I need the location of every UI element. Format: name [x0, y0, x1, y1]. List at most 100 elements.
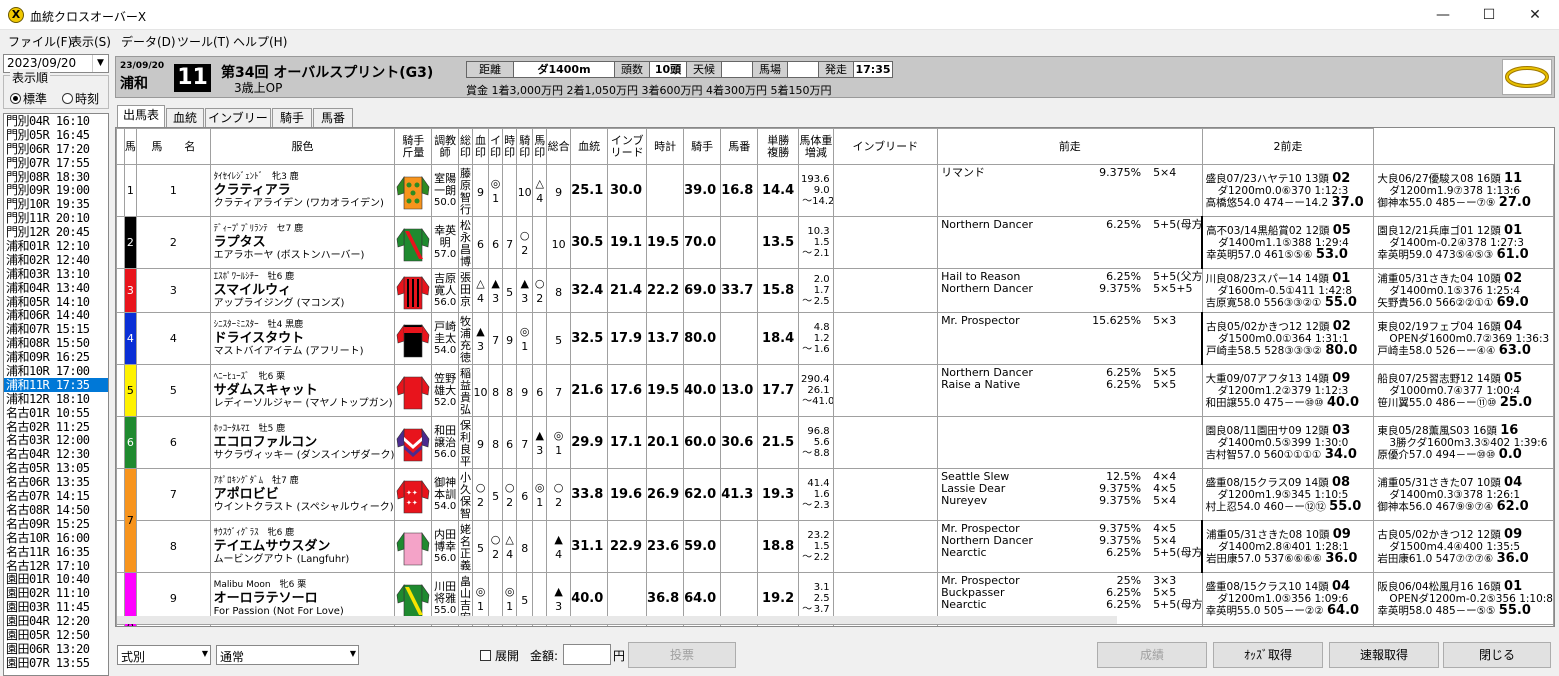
race-list-item[interactable]: 浦和04R 13:40	[4, 281, 108, 295]
row-select[interactable]	[116, 468, 125, 521]
horse-name-cell[interactable]: ｼﾆｽﾀｰﾐﾆｽﾀｰ 牡4 黒鹿 ドライスタウト マストバイアイテム (アフリート)	[209, 312, 396, 365]
column-header[interactable]: 馬	[123, 128, 138, 165]
race-list-item[interactable]: 園田02R 11:10	[4, 586, 108, 600]
second-previous-race[interactable]: 大良06/27優駿ス08 16頭 11 ダ1200m1.9⑦378 1:13:6 御…	[1373, 164, 1554, 217]
column-header[interactable]: 時 印	[502, 128, 518, 165]
horse-name-cell[interactable]: ﾀｲｾｲﾚｼﾞｪﾝﾄﾞ 牝3 鹿クラティアラ クラティアライデン (ワカオライデン…	[209, 164, 396, 217]
table-row[interactable]: 5 5 ﾍﾆｰﾋｭｰｽﾞ 牝6 栗サダムスキャット レディーソルジャー (マヤノトップ…	[116, 364, 1554, 417]
row-select[interactable]	[116, 624, 125, 626]
horse-name-cell[interactable]: ｴｽﾎﾟﾜｰﾙｼﾁｰ 牡6 鹿スマイルウィ アップライジング (マコンズ)	[209, 268, 396, 313]
horse-name-cell[interactable]: ｻｳｽｳﾞｨｸﾞﾗｽ 牝6 鹿テイエムサウスダン ムービングアウト (Langfu…	[209, 520, 396, 573]
race-list-item[interactable]: 浦和05R 14:10	[4, 295, 108, 309]
previous-race[interactable]: 園良08/11園田サ09 12頭 03 ダ1400m0.5⑤399 1:30:0 吉…	[1201, 416, 1375, 469]
table-row[interactable]: 7 7 ｱﾎﾟﾛｷﾝｸﾞﾀﾞﾑ 牡7 鹿アポロビビ ウイントクラスト (スペシャルウィ…	[116, 468, 1554, 573]
previous-race[interactable]: 大重08/02サンタ13 14頭 08ダ1600m1.7②397 1:40:6今…	[1201, 624, 1375, 626]
row-select[interactable]	[116, 164, 125, 217]
race-list-item[interactable]: 名古12R 17:10	[4, 559, 108, 573]
radio-time[interactable]: 時刻	[62, 90, 99, 107]
horse-name-cell[interactable]: ﾎｯｺｰﾀﾙﾏｴ 牡5 鹿エコロファルコン サクラヴィッキー (ダンスインザダーク…	[209, 416, 396, 469]
menu-view[interactable]: 表示(S)	[70, 33, 111, 50]
race-list-item[interactable]: 園田06R 13:20	[4, 642, 108, 656]
race-list-item[interactable]: 門別06R 17:20	[4, 142, 108, 156]
amount-input[interactable]	[563, 644, 611, 665]
row-select[interactable]	[116, 268, 125, 313]
get-bulletin-button[interactable]: 速報取得	[1329, 642, 1439, 668]
column-header[interactable]: 調教 師	[431, 128, 459, 165]
race-list-item[interactable]: 名古08R 14:50	[4, 503, 108, 517]
race-list-item[interactable]: 園田03R 11:45	[4, 600, 108, 614]
race-list-item[interactable]: 門別11R 20:10	[4, 211, 108, 225]
second-previous-race[interactable]: 阪良06/04松風月16 16頭 01 OPENダ1200m-0.2⑤356 1:…	[1373, 572, 1554, 625]
menu-help[interactable]: ヘルプ(H)	[233, 33, 287, 50]
column-header[interactable]: インブリード	[832, 128, 939, 165]
race-list-item[interactable]: 浦和01R 12:10	[4, 239, 108, 253]
menu-file[interactable]: ファイル(F)	[8, 33, 72, 50]
table-row[interactable]: 2 2 ﾃﾞｨｰﾌﾟﾌﾞﾘﾗﾝﾃ セ7 鹿ラプタス エアラホーヤ (ボストンハーバー)…	[116, 216, 1554, 269]
minimize-button[interactable]: —	[1420, 0, 1466, 30]
race-list-item[interactable]: 園田07R 13:55	[4, 656, 108, 670]
tab-horse-number[interactable]: 馬番	[313, 108, 353, 127]
column-header[interactable]: 馬体重 増減	[798, 128, 834, 165]
race-list-item[interactable]: 名古01R 10:55	[4, 406, 108, 420]
horse-name-cell[interactable]: ﾍﾆｰﾋｭｰｽﾞ 牝6 栗サダムスキャット レディーソルジャー (マヤノトップガン…	[209, 364, 396, 417]
bet-type-select[interactable]: 式別 ▼	[117, 645, 211, 665]
column-header[interactable]: 馬番	[720, 128, 759, 165]
table-row[interactable]: 8 ｻｳｽｳﾞｨｸﾞﾗｽ 牝6 鹿テイエムサウスダン ムービングアウト (Langf…	[116, 520, 1554, 573]
column-header[interactable]: 単勝 複勝	[757, 128, 800, 165]
previous-race[interactable]: 古良05/02かきつ12 12頭 02 ダ1500m0.0①364 1:31:1 戸…	[1201, 312, 1375, 365]
race-list-item[interactable]: 名古10R 16:00	[4, 531, 108, 545]
race-list-item[interactable]: 門別10R 19:35	[4, 197, 108, 211]
tab-pedigree[interactable]: 血統	[166, 108, 204, 127]
race-list-item[interactable]: 門別05R 16:45	[4, 128, 108, 142]
row-select[interactable]	[116, 312, 125, 365]
column-header[interactable]: 総 印	[457, 128, 474, 165]
radio-standard[interactable]: 標準	[10, 90, 47, 107]
second-previous-race[interactable]: 古良05/02かきつ12 12頭 09 ダ1500m4.4④400 1:35:5 岩…	[1373, 520, 1554, 573]
second-previous-race[interactable]: 浦重05/31さきた07 10頭 04 ダ1400m0.3③378 1:26:1 御…	[1373, 468, 1554, 521]
race-list[interactable]: 門別04R 16:10 門別05R 16:45 門別06R 17:20 門別07R 1…	[3, 113, 109, 676]
previous-race[interactable]: 浦重05/31さきた08 10頭 09 ダ1400m2.8④401 1:28:1 岩…	[1201, 520, 1375, 573]
expand-checkbox[interactable]: 展開	[480, 647, 519, 664]
horse-name-cell[interactable]: ｱﾎﾟﾛｷﾝｸﾞﾀﾞﾑ 牡7 鹿アポロビビ ウイントクラスト (スペシャルウィーク…	[209, 468, 396, 521]
column-header[interactable]: 服色	[209, 128, 396, 165]
row-select[interactable]	[116, 364, 125, 417]
race-list-item[interactable]: 名古04R 12:30	[4, 447, 108, 461]
tab-jockey[interactable]: 騎手	[272, 108, 312, 127]
race-list-item[interactable]: 園田01R 10:40	[4, 572, 108, 586]
close-window-button[interactable]: ✕	[1512, 0, 1558, 30]
maximize-button[interactable]: ☐	[1466, 0, 1512, 30]
table-row[interactable]: 1 1 ﾀｲｾｲﾚｼﾞｪﾝﾄﾞ 牝3 鹿クラティアラ クラティアライデン (ワカオライ…	[116, 164, 1554, 217]
column-header[interactable]: 馬 名	[136, 128, 211, 165]
vote-button[interactable]: 投票	[628, 642, 736, 668]
date-dropdown-icon[interactable]: ▼	[92, 55, 108, 72]
column-header[interactable]: 騎手 斤量	[394, 128, 433, 165]
race-list-item[interactable]: 浦和09R 16:25	[4, 350, 108, 364]
table-row[interactable]: 10ｽﾏｰﾄﾌｧﾙｺﾝ 牡6 鹿リコーシーウルフシマノタカチャン (ジェイドロバ…	[116, 624, 1554, 626]
column-header[interactable]: 馬 印	[532, 128, 548, 165]
race-list-item[interactable]: 門別12R 20:45	[4, 225, 108, 239]
race-list-item[interactable]: 浦和03R 13:10	[4, 267, 108, 281]
table-row[interactable]: 6 6 ﾎｯｺｰﾀﾙﾏｴ 牡5 鹿エコロファルコン サクラヴィッキー (ダンスインザダ…	[116, 416, 1554, 469]
second-previous-race[interactable]: 園良12/21兵庫ゴ01 12頭 01 ダ1400m-0.2④378 1:27:3…	[1373, 216, 1554, 269]
race-list-item[interactable]: 名古09R 15:25	[4, 517, 108, 531]
race-list-item[interactable]: 名古03R 12:00	[4, 433, 108, 448]
menu-data[interactable]: データ(D)	[121, 33, 176, 50]
table-row[interactable]: 3 3 ｴｽﾎﾟﾜｰﾙｼﾁｰ 牡6 鹿スマイルウィ アップライジング (マコンズ) 吉原…	[116, 268, 1554, 313]
tab-inbreed[interactable]: インブリード	[205, 108, 271, 143]
race-list-item[interactable]: 門別04R 16:10	[4, 114, 108, 128]
race-list-item[interactable]: 門別08R 18:30	[4, 170, 108, 184]
horse-name-cell[interactable]: ｽﾏｰﾄﾌｧﾙｺﾝ 牡6 鹿リコーシーウルフシマノタカチャン (ジェイドロバリー…	[209, 624, 396, 626]
race-list-item[interactable]: 浦和06R 14:40	[4, 308, 108, 323]
column-header[interactable]: 騎手	[683, 128, 722, 165]
race-list-item[interactable]: 門別09R 19:00	[4, 183, 108, 198]
horse-name-cell[interactable]: ﾃﾞｨｰﾌﾟﾌﾞﾘﾗﾝﾃ セ7 鹿ラプタス エアラホーヤ (ボストンハーバー)	[209, 216, 396, 269]
column-header[interactable]: イ 印	[488, 128, 504, 165]
previous-race[interactable]: 盛良07/23ハヤテ10 13頭 02 ダ1200m0.0⑥370 1:12:3 高…	[1201, 164, 1375, 217]
race-list-item[interactable]: 名古02R 11:25	[4, 420, 108, 434]
mode-select[interactable]: 通常 ▼	[216, 645, 359, 665]
column-header[interactable]: 血統	[569, 128, 609, 165]
race-list-item[interactable]: 浦和07R 15:15	[4, 322, 108, 336]
race-list-item[interactable]: 浦和02R 12:40	[4, 253, 108, 267]
race-list-item[interactable]: 浦和11R 17:35	[4, 377, 108, 392]
race-list-item[interactable]: 名古11R 16:35	[4, 545, 108, 559]
